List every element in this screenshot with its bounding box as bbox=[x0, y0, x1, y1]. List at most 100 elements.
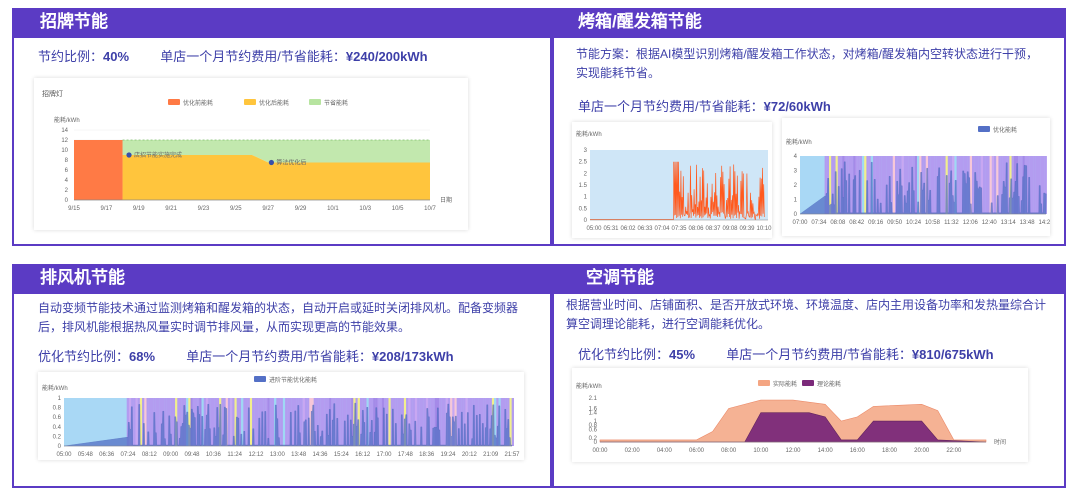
x-tick-label: 10/1 bbox=[327, 206, 339, 212]
x-tick-label: 12:40 bbox=[982, 220, 998, 226]
y-tick-label: 1 bbox=[58, 396, 62, 402]
x-tick-label: 04:00 bbox=[657, 448, 673, 454]
x-tick-label: 07:24 bbox=[120, 452, 136, 458]
x-tick-label: 09:16 bbox=[868, 220, 884, 226]
state-band bbox=[500, 398, 503, 446]
state-band bbox=[985, 156, 988, 214]
y-tick-label: 3 bbox=[584, 148, 588, 154]
oven-chart-right: 能耗/kWh 优化能耗 0 1 2 3 4 07:00 07:34 08:08 08:42 09:16… bbox=[782, 118, 1050, 236]
state-band bbox=[135, 398, 138, 446]
oven-header: 烤箱/醒发箱节能 bbox=[552, 8, 1066, 36]
x-tick-label: 06:00 bbox=[689, 448, 705, 454]
x-tick-label: 14:36 bbox=[312, 452, 328, 458]
y-tick-label: 4 bbox=[65, 178, 69, 184]
state-band bbox=[269, 398, 272, 446]
y-tick-label: 0.6 bbox=[53, 415, 62, 421]
y-tick-label: 0 bbox=[794, 212, 798, 218]
x-tick-label: 05:31 bbox=[603, 226, 619, 232]
state-band bbox=[150, 398, 154, 446]
x-tick-label: 9/29 bbox=[295, 206, 307, 212]
state-band bbox=[941, 156, 944, 214]
x-tick-label: 08:42 bbox=[849, 220, 865, 226]
state-band bbox=[300, 398, 303, 446]
x-tick-label: 07:00 bbox=[792, 220, 808, 226]
legend-swatch bbox=[758, 380, 770, 386]
state-band bbox=[230, 398, 233, 446]
y-tick-label: 0 bbox=[584, 218, 588, 224]
x-tick-label: 08:12 bbox=[142, 452, 158, 458]
y-tick-label: 1 bbox=[794, 198, 798, 204]
exhaust-saving-value: ¥208/173kWh bbox=[371, 349, 454, 364]
legend-swatch bbox=[309, 99, 321, 105]
x-tick-label: 10/7 bbox=[424, 206, 436, 212]
state-band bbox=[271, 398, 275, 446]
x-tick-label: 18:00 bbox=[882, 448, 898, 454]
state-band bbox=[972, 156, 975, 214]
ac-title: 空调节能 bbox=[586, 268, 654, 287]
y-axis-label: 能耗/kWh bbox=[576, 130, 602, 138]
before-area bbox=[74, 140, 123, 200]
state-band bbox=[291, 398, 294, 446]
x-tick-label: 10:10 bbox=[756, 226, 772, 232]
y-tick-label: 14 bbox=[61, 128, 68, 134]
exhaust-chart-svg: 能耗/kWh 进阶节能优化能耗 0 0.2 0.4 0.6 0.8 1 05:00 05:48 06… bbox=[42, 376, 520, 458]
oven-chart-left-svg: 能耗/kWh00.511.522.5305:00 05:31 06:02 06:33 0… bbox=[576, 130, 772, 232]
state-band bbox=[958, 156, 962, 214]
state-band bbox=[227, 398, 231, 446]
state-band bbox=[1031, 156, 1034, 214]
x-tick-label: 07:04 bbox=[654, 226, 670, 232]
y-tick-label: 0.5 bbox=[579, 206, 588, 212]
signboard-saving-value: ¥240/200kWh bbox=[345, 49, 428, 64]
state-band bbox=[282, 398, 286, 446]
x-tick-label: 10:00 bbox=[753, 448, 769, 454]
x-tick-label: 17:00 bbox=[376, 452, 392, 458]
y-axis-label: 能耗/kWh bbox=[54, 116, 80, 124]
annotation-dot bbox=[268, 159, 275, 166]
annotation-label: 算法优化后 bbox=[276, 159, 306, 167]
state-band bbox=[914, 156, 918, 214]
exhaust-ratio-label: 优化节约比例： bbox=[38, 349, 130, 364]
x-tick-label: 00:00 bbox=[592, 448, 608, 454]
x-axis-label: 时间 bbox=[994, 438, 1006, 446]
y-tick-label: 2.5 bbox=[579, 160, 588, 166]
exhaust-stats: 优化节约比例：68% 单店一个月节约费用/节省能耗：¥208/173kWh bbox=[38, 346, 454, 365]
x-tick-label: 06:33 bbox=[637, 226, 653, 232]
legend-label: 实际能耗 bbox=[773, 380, 797, 388]
oven-chart-left: 能耗/kWh 0 0.5 1 1.5 2 2.5 3 05:00 05:31 06:02 06:33 0… bbox=[572, 122, 772, 238]
state-band bbox=[430, 398, 433, 446]
x-axis-label: 日期 bbox=[440, 196, 452, 204]
x-tick-label: 10:36 bbox=[206, 452, 222, 458]
y-tick-label: 4 bbox=[794, 154, 798, 160]
x-tick-label: 09:48 bbox=[184, 452, 200, 458]
state-band bbox=[397, 398, 400, 446]
state-band bbox=[864, 156, 867, 214]
state-band bbox=[934, 156, 937, 214]
ac-chart-svg: 能耗/kWh00.20.60.811.41.62.100:00 02:00 04:0… bbox=[576, 380, 1006, 454]
exhaust-title: 排风机节能 bbox=[40, 268, 125, 287]
x-tick-label: 12:00 bbox=[785, 448, 801, 454]
x-tick-label: 9/17 bbox=[101, 206, 113, 212]
x-tick-label: 06:36 bbox=[99, 452, 115, 458]
y-tick-label: 1 bbox=[594, 419, 598, 425]
x-tick-label: 10:24 bbox=[906, 220, 922, 226]
x-tick-label: 10/5 bbox=[392, 206, 404, 212]
legend-label: 优化后能耗 bbox=[259, 99, 289, 107]
x-tick-label: 12:12 bbox=[248, 452, 264, 458]
exhaust-desc: 自动变频节能技术通过监测烤箱和醒发箱的状态，自动开启或延时关闭排风机。配备变频器… bbox=[38, 301, 519, 334]
x-tick-label: 13:00 bbox=[270, 452, 286, 458]
ac-ratio-label: 优化节约比例： bbox=[578, 347, 670, 362]
state-band bbox=[994, 156, 997, 214]
signboard-ratio-value: 40% bbox=[103, 49, 130, 64]
x-tick-label: 10/3 bbox=[359, 206, 371, 212]
y-tick-label: 0.2 bbox=[53, 434, 62, 440]
x-tick-label: 05:00 bbox=[56, 452, 72, 458]
signboard-title: 招牌节能 bbox=[40, 12, 108, 31]
state-band bbox=[511, 398, 514, 446]
y-tick-label: 6 bbox=[65, 168, 69, 174]
exhaust-saving-label: 单店一个月节约费用/节省能耗： bbox=[186, 349, 372, 364]
x-tick-label: 16:00 bbox=[850, 448, 866, 454]
oven-title: 烤箱/醒发箱节能 bbox=[578, 12, 702, 31]
oven-saving-value: ¥72/60kWh bbox=[763, 99, 831, 114]
legend-label: 进阶节能优化能耗 bbox=[269, 376, 317, 384]
y-tick-label: 1.5 bbox=[579, 183, 588, 189]
